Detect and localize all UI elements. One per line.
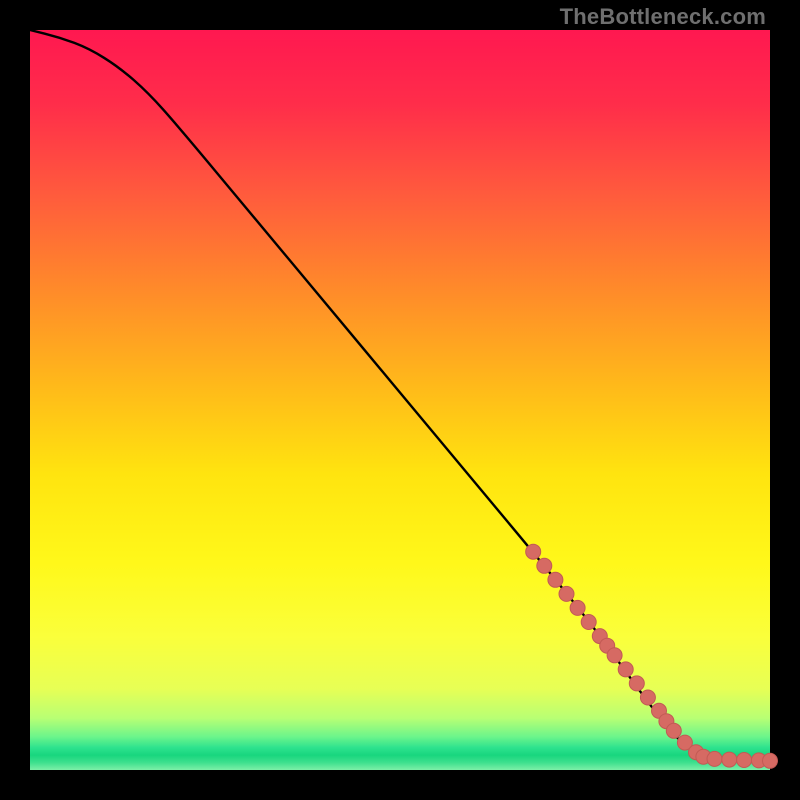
curve-marker	[570, 600, 585, 615]
curve-marker	[548, 572, 563, 587]
bottleneck-curve	[30, 30, 770, 761]
curve-marker	[537, 558, 552, 573]
curve-marker	[737, 753, 752, 768]
watermark-text: TheBottleneck.com	[560, 4, 766, 30]
curve-marker	[640, 690, 655, 705]
curve-group	[30, 30, 778, 768]
curve-marker	[666, 723, 681, 738]
curve-marker	[581, 615, 596, 630]
curve-marker	[707, 751, 722, 766]
curve-marker	[722, 752, 737, 767]
chart-svg	[30, 30, 770, 770]
curve-marker	[559, 586, 574, 601]
curve-markers	[526, 544, 778, 768]
curve-marker	[629, 676, 644, 691]
curve-marker	[607, 648, 622, 663]
curve-marker	[763, 753, 778, 768]
curve-marker	[526, 544, 541, 559]
curve-marker	[618, 662, 633, 677]
